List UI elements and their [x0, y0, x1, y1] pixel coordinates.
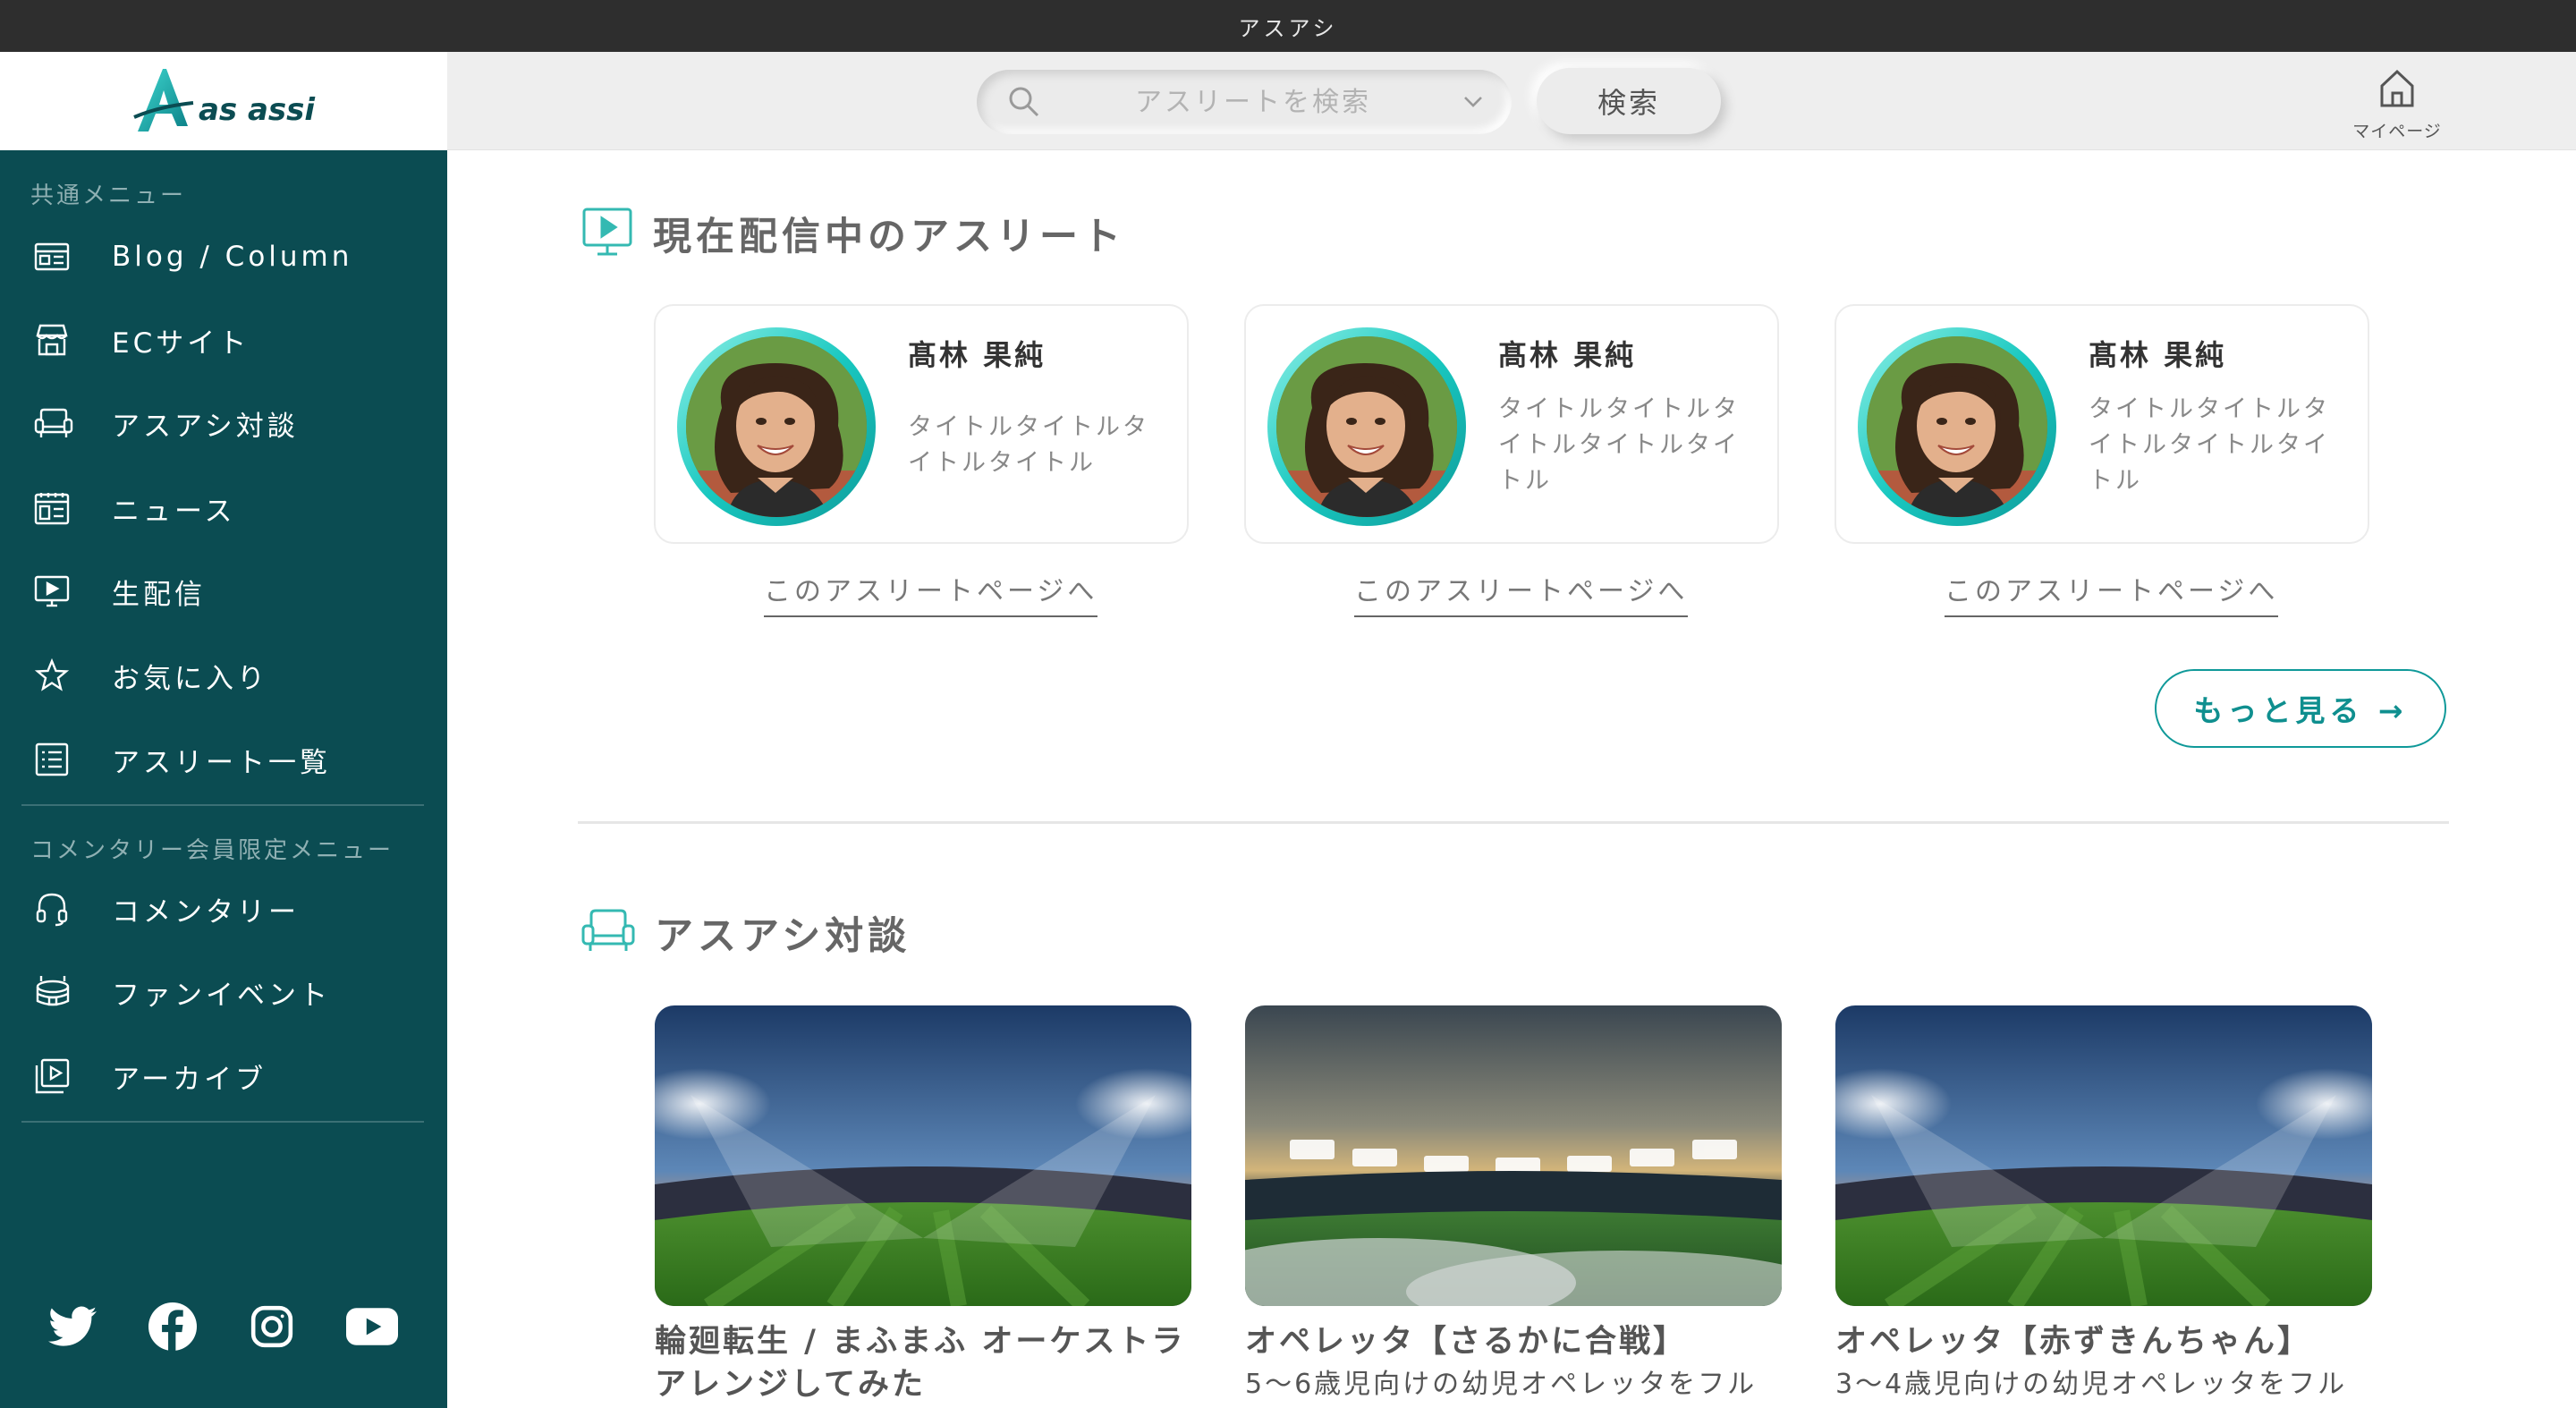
avatar: [1267, 327, 1466, 526]
sidebar-item-talk[interactable]: アスアシ対談: [21, 394, 424, 453]
sidebar-item-ec[interactable]: ECサイト: [21, 310, 424, 369]
athlete-name: 髙林 果純: [2089, 338, 2227, 372]
sidebar-item-label: コメンタリー: [112, 895, 300, 929]
athlete-description: タイトルタイトルタイトルタイトル: [908, 413, 1149, 477]
archive-icon: [21, 1047, 89, 1106]
star-icon: [21, 646, 89, 705]
facebook-icon[interactable]: [141, 1295, 204, 1358]
athlete-name: 髙林 果純: [908, 338, 1046, 372]
sidebar: as assi 共通メニュー Blog / Column ECサイト アスアシ対…: [0, 52, 447, 1408]
athlete-card[interactable]: 髙林 果純 タイトルタイトルタイトルタイトル: [654, 304, 1189, 544]
logo[interactable]: as assi: [0, 52, 447, 150]
twitter-icon[interactable]: [41, 1295, 104, 1358]
search-input[interactable]: [1055, 86, 1451, 118]
athlete-page-link[interactable]: このアスリートページへ: [1945, 569, 2279, 617]
sidebar-item-label: ECサイト: [112, 327, 250, 360]
avatar: [677, 327, 876, 526]
talk-thumbnail[interactable]: [1245, 1005, 1782, 1306]
talk-card-title[interactable]: オペレッタ【赤ずきんちゃん】 3〜4歳児向けの幼児オペレッタをフル: [1835, 1320, 2390, 1406]
sidebar-item-label: ニュース: [112, 495, 236, 528]
youtube-icon[interactable]: [341, 1295, 403, 1358]
mypage-button[interactable]: マイページ: [2352, 68, 2442, 143]
sidebar-item-label: アスリート一覧: [112, 746, 331, 779]
sidebar-divider: [21, 804, 424, 806]
sidebar-item-news[interactable]: ニュース: [21, 479, 424, 538]
sidebar-item-label: お気に入り: [112, 662, 268, 695]
news-icon: [21, 479, 89, 538]
live-section-title: 現在配信中のアスリート: [581, 206, 1125, 261]
blog-icon: [21, 227, 89, 286]
sidebar-item-label: ファンイベント: [112, 979, 331, 1012]
sidebar-item-label: 生配信: [112, 578, 206, 611]
sidebar-item-commentary[interactable]: コメンタリー: [21, 879, 424, 938]
section-divider: [578, 821, 2449, 824]
logo-mark-icon: [133, 69, 194, 131]
sidebar-item-label: アーカイブ: [112, 1063, 267, 1096]
sidebar-item-favorites[interactable]: お気に入り: [21, 646, 424, 705]
sidebar-item-label: Blog / Column: [112, 241, 353, 273]
instagram-icon[interactable]: [241, 1295, 303, 1358]
headset-icon: [21, 879, 89, 938]
stadium-icon: [21, 963, 89, 1022]
athlete-name: 髙林 果純: [1498, 338, 1637, 372]
more-button[interactable]: もっと見る →: [2155, 669, 2446, 748]
search-box[interactable]: [977, 70, 1512, 134]
window-title: アスアシ: [1238, 15, 1338, 41]
sidebar-item-blog[interactable]: Blog / Column: [21, 227, 424, 286]
talk-card-title[interactable]: 輪廻転生 / まふまふ オーケストラ アレンジしてみた: [655, 1320, 1209, 1406]
window-title-bar: アスアシ: [0, 0, 2576, 52]
page-title: 現在配信中のアスリート: [653, 215, 1125, 259]
list-icon: [21, 730, 89, 789]
talk-title-line1: オペレッタ【さるかに合戦】: [1245, 1324, 1688, 1360]
talk-thumbnail[interactable]: [655, 1005, 1191, 1306]
talk-title-line1: オペレッタ【赤ずきんちゃん】: [1835, 1324, 2312, 1360]
talk-card-title[interactable]: オペレッタ【さるかに合戦】 5〜6歳児向けの幼児オペレッタをフル: [1245, 1320, 1800, 1406]
top-header: 検索 マイページ: [447, 52, 2576, 150]
talk-description: 3〜4歳児向けの幼児オペレッタをフル: [1835, 1369, 2348, 1400]
sidebar-item-label: アスアシ対談: [112, 410, 299, 443]
talk-title-line1: 輪廻転生 / まふまふ オーケストラ: [655, 1324, 1186, 1360]
talk-thumbnail[interactable]: [1835, 1005, 2372, 1306]
avatar: [1858, 327, 2056, 526]
talk-section-title: アスアシ対談: [581, 905, 911, 961]
athlete-page-link[interactable]: このアスリートページへ: [764, 569, 1098, 617]
home-icon: [2377, 68, 2417, 113]
sidebar-item-fan-event[interactable]: ファンイベント: [21, 963, 424, 1022]
search-icon: [993, 70, 1055, 134]
sidebar-item-archive[interactable]: アーカイブ: [21, 1047, 424, 1106]
search-button[interactable]: 検索: [1537, 68, 1721, 134]
talk-title-line2: アレンジしてみた: [655, 1367, 926, 1403]
athlete-card[interactable]: 髙林 果純 タイトルタイトルタイトルタイトルタイトル: [1244, 304, 1779, 544]
shop-icon: [21, 310, 89, 369]
talk-description: 5〜6歳児向けの幼児オペレッタをフル: [1245, 1369, 1758, 1400]
athlete-description: タイトルタイトルタイトルタイトルタイトル: [2089, 395, 2330, 495]
athlete-description: タイトルタイトルタイトルタイトルタイトル: [1498, 395, 1740, 495]
common-menu-label: 共通メニュー: [30, 182, 187, 209]
sofa-icon: [581, 908, 635, 958]
sidebar-item-athletes[interactable]: アスリート一覧: [21, 730, 424, 789]
play-screen-icon: [21, 562, 89, 621]
mypage-label: マイページ: [2352, 122, 2442, 141]
section-heading: アスアシ対談: [655, 914, 911, 959]
logo-text: as assi: [198, 92, 316, 128]
athlete-page-link[interactable]: このアスリートページへ: [1354, 569, 1689, 617]
chevron-down-icon[interactable]: [1451, 95, 1496, 109]
play-screen-icon: [581, 206, 633, 261]
sidebar-item-live[interactable]: 生配信: [21, 562, 424, 621]
sidebar-divider: [21, 1121, 424, 1123]
sofa-icon: [21, 394, 89, 453]
member-menu-label: コメンタリー会員限定メニュー: [30, 837, 394, 864]
athlete-card[interactable]: 髙林 果純 タイトルタイトルタイトルタイトルタイトル: [1835, 304, 2369, 544]
